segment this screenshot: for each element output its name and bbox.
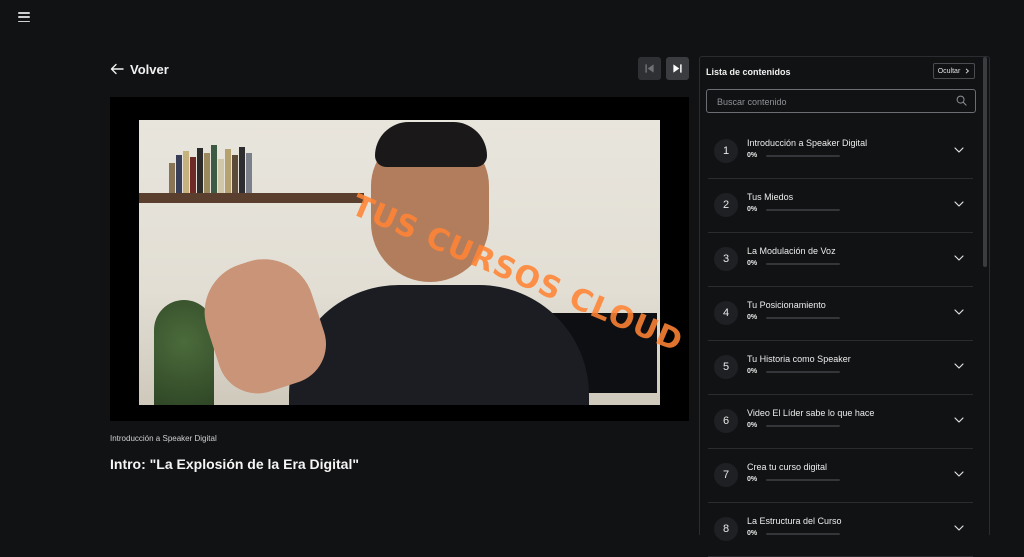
- item-progress-text: 0%: [747, 476, 758, 483]
- skip-next-icon: [673, 64, 682, 73]
- item-title: Video El Líder sabe lo que hace: [747, 408, 875, 418]
- content-list-item-7[interactable]: 7 Crea tu curso digital 0%: [708, 449, 973, 503]
- content-list: 1 Introducción a Speaker Digital 0% 2 Tu…: [708, 125, 973, 557]
- item-progress-text: 0%: [747, 368, 758, 375]
- item-title: La Estructura del Curso: [747, 516, 842, 526]
- content-list-item-2[interactable]: 2 Tus Miedos 0%: [708, 179, 973, 233]
- item-number: 6: [714, 409, 738, 433]
- item-progress-bar: [766, 155, 840, 157]
- back-label: Volver: [130, 61, 169, 77]
- item-number: 1: [714, 139, 738, 163]
- chevron-down-icon[interactable]: [953, 414, 965, 426]
- lesson-title: Intro: "La Explosión de la Era Digital": [110, 456, 359, 472]
- next-lesson-button[interactable]: [666, 57, 689, 80]
- item-progress-text: 0%: [747, 206, 758, 213]
- item-progress-bar: [766, 209, 840, 211]
- content-list-item-3[interactable]: 3 La Modulación de Voz 0%: [708, 233, 973, 287]
- arrow-left-icon: [110, 63, 124, 75]
- item-progress-text: 0%: [747, 314, 758, 321]
- bookshelf: [169, 142, 252, 193]
- item-title: Tu Historia como Speaker: [747, 354, 851, 364]
- content-list-panel: Lista de contenidos Ocultar 1 Introducci…: [699, 56, 990, 557]
- item-title: Tu Posicionamiento: [747, 300, 826, 310]
- item-progress-bar: [766, 263, 840, 265]
- item-progress-text: 0%: [747, 422, 758, 429]
- search-icon[interactable]: [956, 95, 967, 106]
- skip-previous-icon: [645, 64, 654, 73]
- item-progress-bar: [766, 425, 840, 427]
- item-number: 3: [714, 247, 738, 271]
- search-box[interactable]: [706, 89, 976, 113]
- shelf: [139, 193, 364, 203]
- item-number: 7: [714, 463, 738, 487]
- back-button[interactable]: Volver: [110, 60, 169, 78]
- item-title: La Modulación de Voz: [747, 246, 836, 256]
- content-list-item-4[interactable]: 4 Tu Posicionamiento 0%: [708, 287, 973, 341]
- chevron-down-icon[interactable]: [953, 252, 965, 264]
- content-list-item-1[interactable]: 1 Introducción a Speaker Digital 0%: [708, 125, 973, 179]
- chevron-down-icon[interactable]: [953, 198, 965, 210]
- hide-label: Ocultar: [937, 67, 961, 75]
- search-input[interactable]: [715, 94, 949, 110]
- hide-panel-button[interactable]: Ocultar: [933, 63, 975, 79]
- item-progress-bar: [766, 371, 840, 373]
- item-title: Crea tu curso digital: [747, 462, 828, 472]
- item-number: 2: [714, 193, 738, 217]
- item-progress-bar: [766, 479, 840, 481]
- item-number: 5: [714, 355, 738, 379]
- chevron-down-icon[interactable]: [953, 144, 965, 156]
- item-progress-text: 0%: [747, 152, 758, 159]
- video-player[interactable]: [110, 97, 689, 421]
- panel-title: Lista de contenidos: [706, 67, 791, 77]
- lesson-module-name: Introducción a Speaker Digital: [110, 434, 217, 443]
- item-title: Tus Miedos: [747, 192, 794, 202]
- item-progress-bar: [766, 533, 840, 535]
- top-bar: [0, 0, 1024, 36]
- chevron-down-icon[interactable]: [953, 360, 965, 372]
- chevron-down-icon[interactable]: [953, 468, 965, 480]
- item-progress-text: 0%: [747, 260, 758, 267]
- chevron-down-icon[interactable]: [953, 522, 965, 534]
- item-title: Introducción a Speaker Digital: [747, 138, 868, 148]
- content-list-item-5[interactable]: 5 Tu Historia como Speaker 0%: [708, 341, 973, 395]
- item-number: 4: [714, 301, 738, 325]
- previous-lesson-button[interactable]: [638, 57, 661, 80]
- scrollbar[interactable]: [983, 57, 987, 267]
- chevron-down-icon[interactable]: [953, 306, 965, 318]
- chevron-right-icon: [965, 68, 970, 74]
- item-number: 8: [714, 517, 738, 541]
- hamburger-icon[interactable]: [18, 12, 30, 22]
- video-frame[interactable]: [139, 120, 660, 405]
- item-progress-bar: [766, 317, 840, 319]
- content-list-item-6[interactable]: 6 Video El Líder sabe lo que hace 0%: [708, 395, 973, 449]
- content-list-item-8[interactable]: 8 La Estructura del Curso 0%: [708, 503, 973, 557]
- person-hair: [375, 122, 487, 167]
